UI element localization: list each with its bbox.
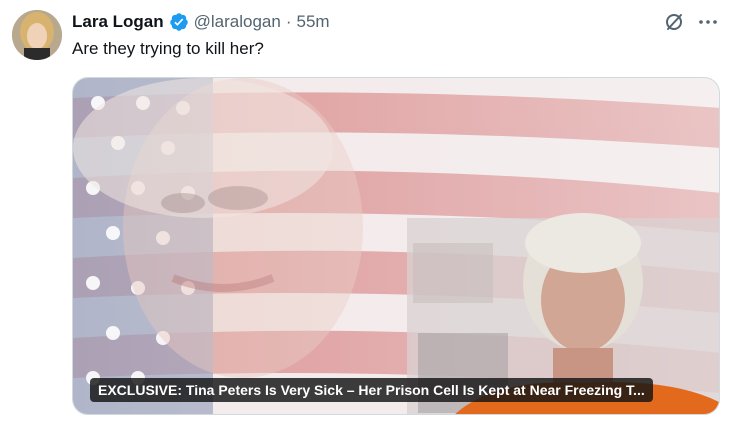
verified-badge-icon [169, 12, 189, 32]
display-name[interactable]: Lara Logan [72, 12, 164, 32]
media-caption: EXCLUSIVE: Tina Peters Is Very Sick – He… [90, 378, 653, 402]
avatar-image [12, 10, 62, 60]
media-image [73, 78, 719, 414]
handle[interactable]: @laralogan [194, 12, 281, 32]
tweet-actions [662, 10, 720, 34]
grok-icon[interactable] [662, 10, 686, 34]
tweet-header: Lara Logan @laralogan · 55m [72, 10, 330, 34]
media-card[interactable]: EXCLUSIVE: Tina Peters Is Very Sick – He… [72, 77, 720, 415]
more-dots-icon[interactable] [696, 10, 720, 34]
timestamp[interactable]: 55m [297, 12, 330, 32]
avatar[interactable] [12, 10, 62, 60]
tweet-text: Are they trying to kill her? [72, 39, 264, 58]
separator-dot: · [285, 12, 292, 31]
